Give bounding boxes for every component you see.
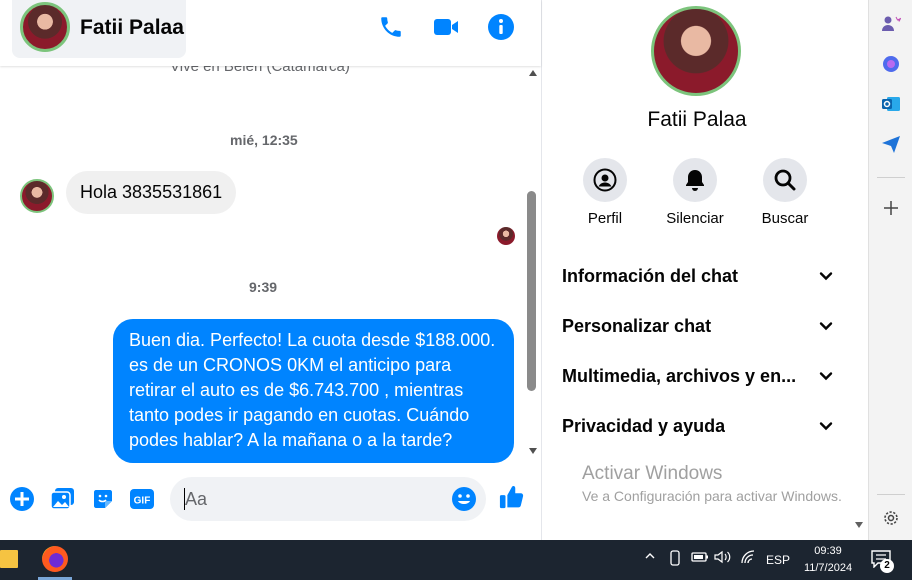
chevron-down-icon: [819, 422, 833, 431]
section-customize-chat[interactable]: Personalizar chat: [562, 311, 834, 341]
info-icon[interactable]: [486, 12, 516, 42]
divider: [877, 177, 905, 178]
sticker-icon[interactable]: [90, 486, 116, 512]
firefox-icon[interactable]: [42, 546, 68, 572]
emoji-icon[interactable]: [451, 486, 477, 512]
chat-header: Fatii Palaa: [0, 0, 541, 66]
conversation-info-pane: Fatii Palaa Perfil Silenciar Buscar Info…: [542, 0, 868, 540]
add-icon[interactable]: [879, 196, 903, 220]
send-icon[interactable]: [879, 132, 903, 156]
mute-button[interactable]: Silenciar: [655, 158, 735, 227]
chevron-down-icon: [819, 272, 833, 281]
windows-taskbar: ESP 09:39 11/7/2024 2: [0, 540, 912, 580]
copilot-icon[interactable]: [879, 52, 903, 76]
battery-icon[interactable]: [691, 550, 709, 567]
bell-icon: [673, 158, 717, 202]
chevron-down-icon: [819, 372, 833, 381]
composer: GIF: [0, 470, 541, 530]
text-caret: [184, 488, 185, 510]
like-icon[interactable]: [499, 484, 525, 510]
mute-label: Silenciar: [666, 210, 724, 227]
phone-icon[interactable]: [376, 12, 406, 42]
meet-now-icon[interactable]: [668, 550, 682, 569]
profile-icon: [583, 158, 627, 202]
browser-sidebar: [868, 0, 912, 540]
scroll-down-arrow-icon[interactable]: [529, 448, 537, 454]
timestamp-separator: 9:39: [249, 279, 278, 295]
outlook-icon[interactable]: [879, 92, 903, 116]
outgoing-message[interactable]: Buen dia. Perfecto! La cuota desde $188.…: [113, 319, 514, 463]
search-label: Buscar: [761, 210, 809, 227]
message-input[interactable]: [170, 477, 486, 521]
settings-gear-icon[interactable]: [879, 506, 903, 530]
section-label: Multimedia, archivos y en...: [562, 365, 797, 386]
chevron-up-icon[interactable]: [644, 550, 656, 565]
divider: [877, 494, 905, 495]
activate-windows-title: Activar Windows: [582, 463, 723, 484]
people-icon[interactable]: [879, 12, 903, 36]
message-scrollbar[interactable]: [526, 66, 538, 466]
contact-name: Fatii Palaa: [80, 16, 184, 39]
scroll-down-arrow-icon[interactable]: [855, 522, 863, 528]
section-chat-info[interactable]: Información del chat: [562, 261, 834, 291]
wifi-icon[interactable]: [740, 550, 756, 567]
plus-icon[interactable]: [9, 486, 35, 512]
gif-label: GIF: [134, 496, 151, 507]
seen-receipt-avatar: [497, 227, 515, 245]
screen: Fatii Palaa Vive en Belén (Catamarca) mi…: [0, 0, 912, 580]
section-privacy-help[interactable]: Privacidad y ayuda: [562, 411, 834, 441]
gif-icon[interactable]: GIF: [129, 486, 155, 512]
clock-time: 09:39: [814, 545, 842, 557]
profile-name: Fatii Palaa: [647, 108, 747, 131]
photo-icon[interactable]: [50, 486, 76, 512]
scroll-thumb[interactable]: [527, 191, 536, 391]
file-explorer-icon[interactable]: [0, 550, 18, 568]
activate-windows-subtitle: Ve a Configuración para activar Windows.: [582, 488, 842, 504]
profile-label: Perfil: [587, 210, 623, 227]
scroll-up-arrow-icon[interactable]: [529, 70, 537, 76]
timestamp-separator: mié, 12:35: [230, 132, 298, 148]
profile-avatar: [651, 6, 741, 96]
language-indicator[interactable]: ESP: [766, 553, 790, 567]
sender-avatar: [20, 179, 54, 213]
contact-chip[interactable]: Fatii Palaa: [12, 0, 186, 58]
notification-badge: 2: [880, 559, 894, 573]
clock-date: 11/7/2024: [803, 562, 853, 574]
profile-button[interactable]: Perfil: [565, 158, 645, 227]
search-button[interactable]: Buscar: [745, 158, 825, 227]
contact-avatar: [20, 2, 70, 52]
message-list: Vive en Belén (Catamarca) mié, 12:35 Hol…: [0, 66, 526, 466]
section-label: Personalizar chat: [562, 315, 712, 336]
chevron-down-icon: [819, 322, 833, 331]
system-clock[interactable]: 09:39 11/7/2024: [800, 543, 856, 577]
incoming-message[interactable]: Hola 3835531861: [66, 171, 237, 214]
video-call-icon[interactable]: [431, 12, 461, 42]
section-label: Información del chat: [562, 265, 739, 286]
section-media-files[interactable]: Multimedia, archivos y en...: [562, 361, 834, 391]
chat-pane: Fatii Palaa Vive en Belén (Catamarca) mi…: [0, 0, 542, 540]
section-label: Privacidad y ayuda: [562, 415, 726, 436]
volume-icon[interactable]: [714, 550, 732, 567]
previous-text: Vive en Belén (Catamarca): [170, 66, 350, 75]
search-icon: [763, 158, 807, 202]
